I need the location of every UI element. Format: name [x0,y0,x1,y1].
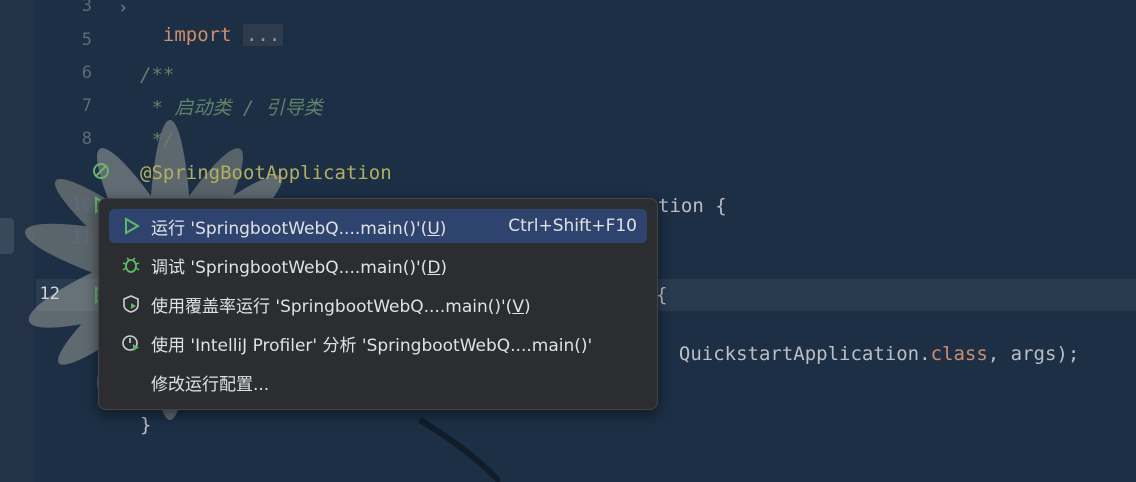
menu-item-label: 运行 'SpringbootWebQ....main()'(U) [151,218,447,239]
menu-item-label: 使用 'IntelliJ Profiler' 分析 'SpringbootWeb… [151,335,593,356]
class-close-brace: } [140,414,152,436]
fold-chevron-icon[interactable]: › [118,0,128,18]
call-args: , args); [987,343,1080,365]
menu-item-label: 调试 'SpringbootWebQ....main()'(D) [151,257,448,278]
springboot-annotation: @SpringBootApplication [140,162,392,184]
run-icon [119,214,143,238]
collapsed-imports[interactable]: ... [242,24,284,46]
profiler-icon [119,331,143,355]
debug-icon [119,253,143,277]
menu-item-label: 修改运行配置... [151,374,270,395]
blank-icon-slot [119,370,143,394]
line-number: 8 [81,129,92,149]
import-line: import ... [140,0,284,48]
menu-item-run[interactable]: 运行 'SpringbootWebQ....main()'(U) Ctrl+Sh… [109,209,647,243]
doc-open: /** [140,64,175,86]
line-number: 3 [81,0,92,16]
doc-body: * 启动类 / 引导类 [140,97,323,119]
line-number: 6 [81,63,92,83]
menu-item-profiler[interactable]: 使用 'IntelliJ Profiler' 分析 'SpringbootWeb… [109,326,647,360]
menu-item-coverage[interactable]: 使用覆盖率运行 'SpringbootWebQ....main()'(V) [109,287,647,321]
line-number: 10 [71,195,92,215]
import-keyword: import [162,24,232,46]
line-number: 5 [81,30,92,50]
line-number: 12 [39,284,60,304]
run-call-line: QuickstartApplication.class, args); [656,315,1079,367]
menu-item-label: 使用覆盖率运行 'SpringbootWebQ....main()'(V) [151,296,531,317]
coverage-icon [119,292,143,316]
class-declaration-tail: tion { [658,195,727,217]
menu-item-shortcut: Ctrl+Shift+F10 [508,216,637,236]
menu-item-edit-config[interactable]: 修改运行配置... [109,365,647,399]
class-keyword: class [930,343,988,365]
spring-bean-icon[interactable] [92,162,110,180]
menu-item-debug[interactable]: 调试 'SpringbootWebQ....main()'(D) [109,248,647,282]
call-text: QuickstartApplication. [678,343,931,365]
run-context-menu: 运行 'SpringbootWebQ....main()'(U) Ctrl+Sh… [98,198,658,410]
doc-close: */ [140,129,175,151]
line-number: 11 [71,228,92,248]
line-number: 7 [81,96,92,116]
